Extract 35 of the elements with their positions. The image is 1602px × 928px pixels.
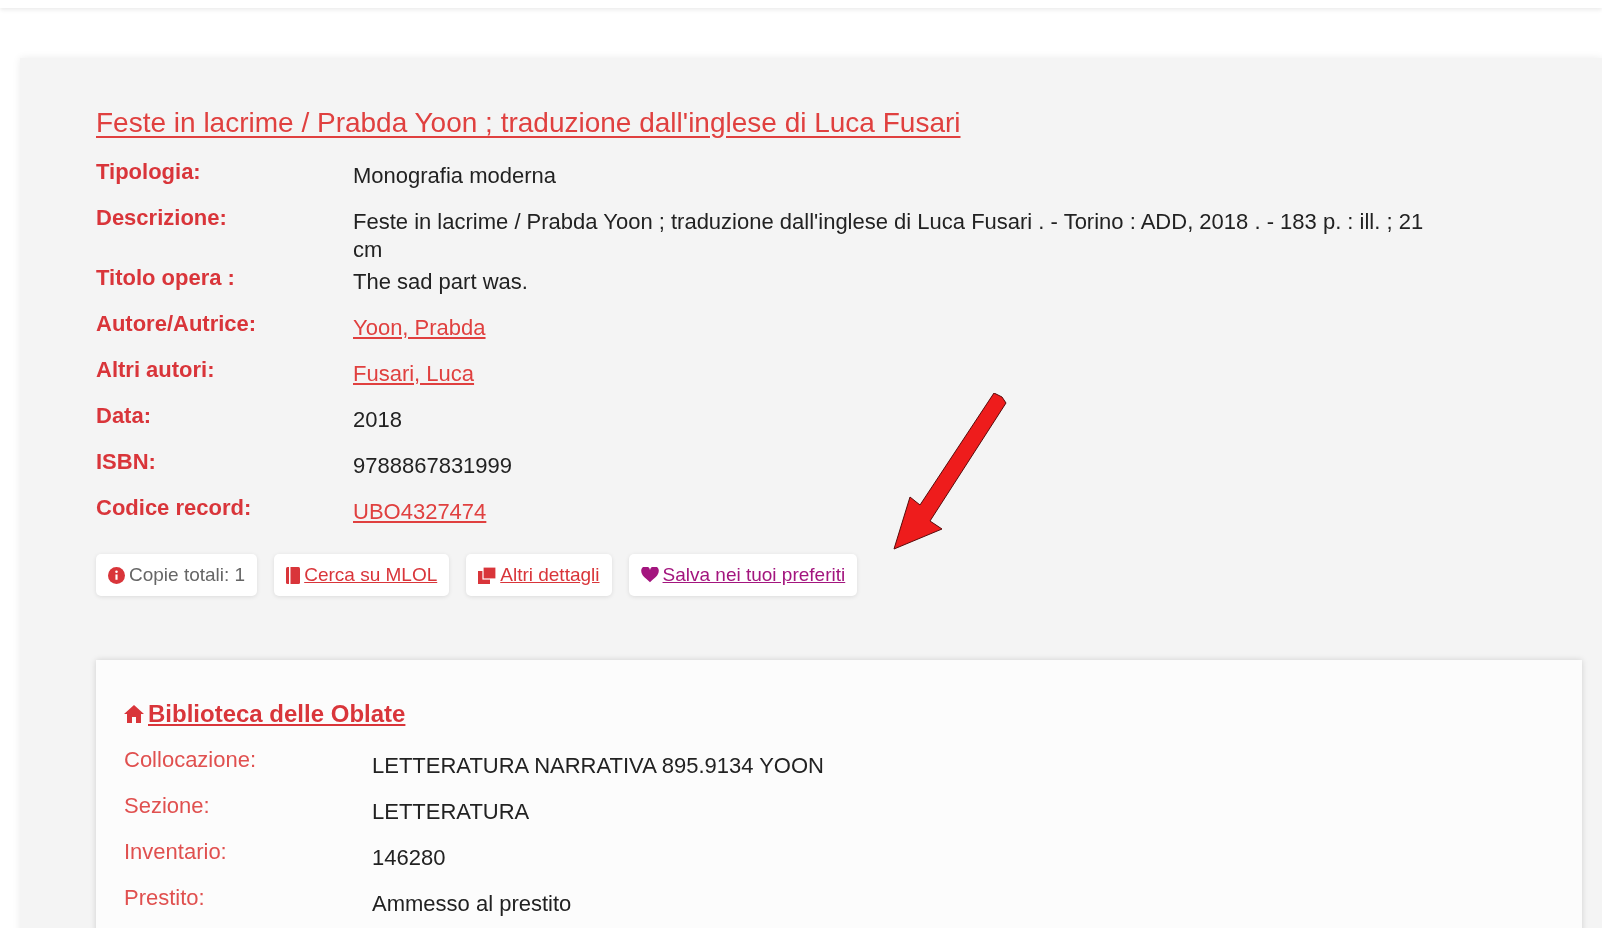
holding-value: LETTERATURA NARRATIVA 895.9134 YOON	[372, 752, 824, 780]
field-value: 9788867831999	[353, 452, 513, 480]
holding-label: Prestito:	[124, 884, 206, 912]
field-label: Altri autori:	[96, 356, 216, 384]
holding-label: Sezione:	[124, 792, 211, 820]
book-icon	[286, 566, 301, 584]
field-value: The sad part was.	[353, 268, 528, 296]
field-value: Monografia moderna	[353, 162, 556, 190]
action-button[interactable]: Cerca su MLOL	[274, 554, 450, 596]
field-label: Titolo opera :	[96, 264, 236, 292]
field-value: 2018	[353, 406, 402, 434]
holding-value: Ammesso al prestito	[372, 890, 572, 918]
books-icon	[478, 566, 497, 584]
field-link[interactable]: UBO4327474	[353, 498, 487, 526]
copies-text: Copie totali: 1	[129, 562, 246, 587]
field-link[interactable]: Fusari, Luca	[353, 360, 475, 388]
heart-icon	[640, 567, 659, 583]
action-button[interactable]: Altri dettagli	[466, 554, 612, 596]
field-link[interactable]: Yoon, Prabda	[353, 314, 486, 342]
field-label: Tipologia:	[96, 158, 202, 186]
field-label: Descrizione:	[96, 204, 228, 232]
action-button[interactable]: Salva nei tuoi preferiti	[628, 554, 858, 596]
library-name-link[interactable]: Biblioteca delle Oblate	[148, 696, 406, 732]
holding-label: Inventario:	[124, 838, 228, 866]
holding-label: Collocazione:	[124, 746, 258, 774]
home-icon	[124, 705, 144, 723]
field-label: Autore/Autrice:	[96, 310, 258, 338]
holding-value: 146280	[372, 844, 446, 872]
holding-value: LETTERATURA	[372, 798, 530, 826]
field-label: Data:	[96, 402, 152, 430]
field-label: Codice record:	[96, 494, 253, 522]
field-label: ISBN:	[96, 448, 157, 476]
info-icon	[108, 566, 125, 584]
record-title-link[interactable]: Feste in lacrime / Prabda Yoon ; traduzione dall'inglese di Luca Fusari	[96, 107, 961, 138]
field-value: Feste in lacrime / Prabda Yoon ; traduzione dall'inglese di Luca Fusari . - Torino : ADD, 2018 . - 183 p. : ill. ; 21 cm	[353, 208, 1425, 264]
